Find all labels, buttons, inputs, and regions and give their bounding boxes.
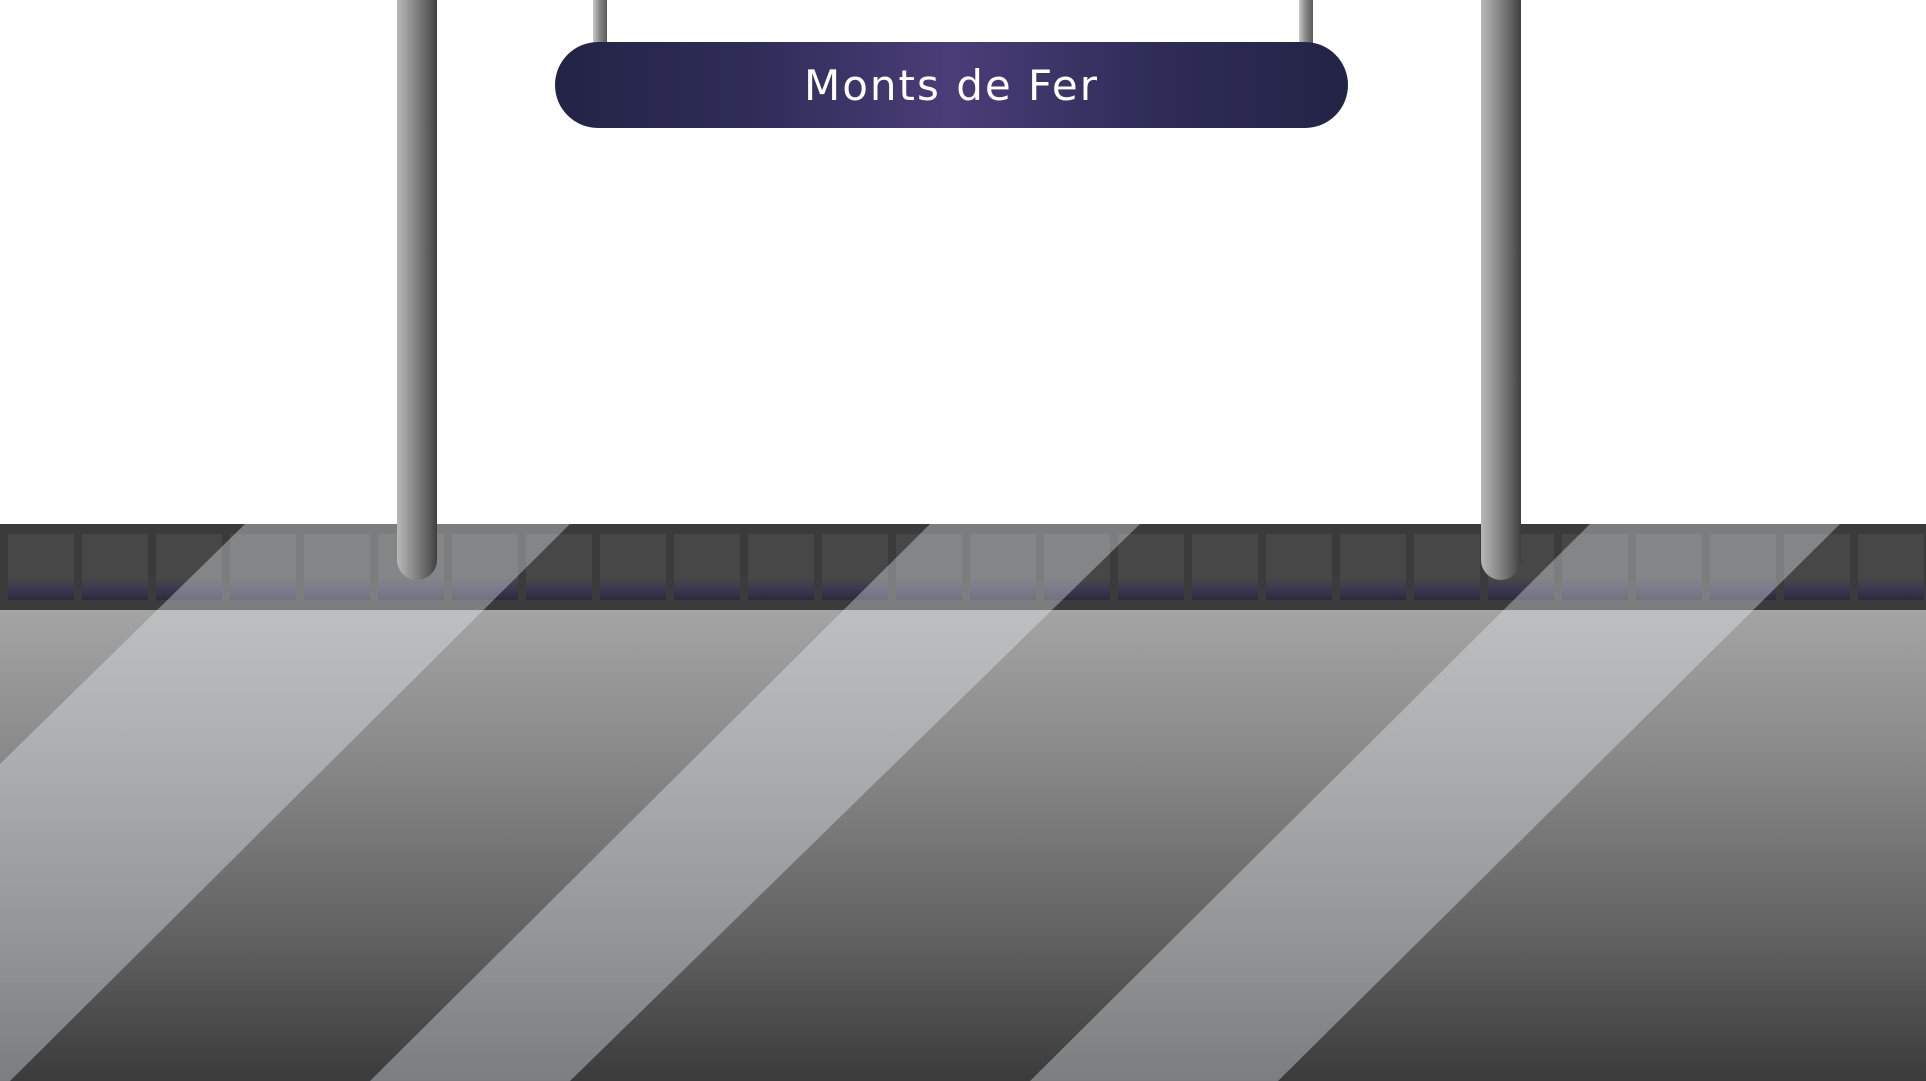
train-window: [1784, 534, 1850, 600]
train-window: [1858, 534, 1924, 600]
train-window: [896, 534, 962, 600]
window-band: [0, 524, 1926, 610]
train-window: [1118, 534, 1184, 600]
station-sign: Monts de Fer: [555, 42, 1348, 128]
station-name: Monts de Fer: [803, 60, 1100, 110]
sign-hanger-left: [593, 0, 607, 44]
train-window: [1340, 534, 1406, 600]
train-body: [0, 524, 1926, 1081]
station-scene: Monts de Fer: [0, 0, 1926, 1081]
train-window: [970, 534, 1036, 600]
window-row: [8, 534, 1926, 600]
train-window: [1710, 534, 1776, 600]
train-window: [230, 534, 296, 600]
train-window: [1414, 534, 1480, 600]
train-window: [1636, 534, 1702, 600]
train-window: [452, 534, 518, 600]
support-pole-right: [1481, 0, 1521, 580]
support-pole-left: [397, 0, 437, 580]
train-lower-body: [0, 610, 1926, 1081]
train-window: [304, 534, 370, 600]
train-window: [156, 534, 222, 600]
train-window: [8, 534, 74, 600]
train-window: [82, 534, 148, 600]
train-window: [1562, 534, 1628, 600]
train-window: [600, 534, 666, 600]
train-window: [1044, 534, 1110, 600]
train-window: [674, 534, 740, 600]
train-window: [1266, 534, 1332, 600]
train-window: [822, 534, 888, 600]
train-window: [748, 534, 814, 600]
train-window: [1192, 534, 1258, 600]
train-window: [526, 534, 592, 600]
sign-hanger-right: [1299, 0, 1313, 44]
